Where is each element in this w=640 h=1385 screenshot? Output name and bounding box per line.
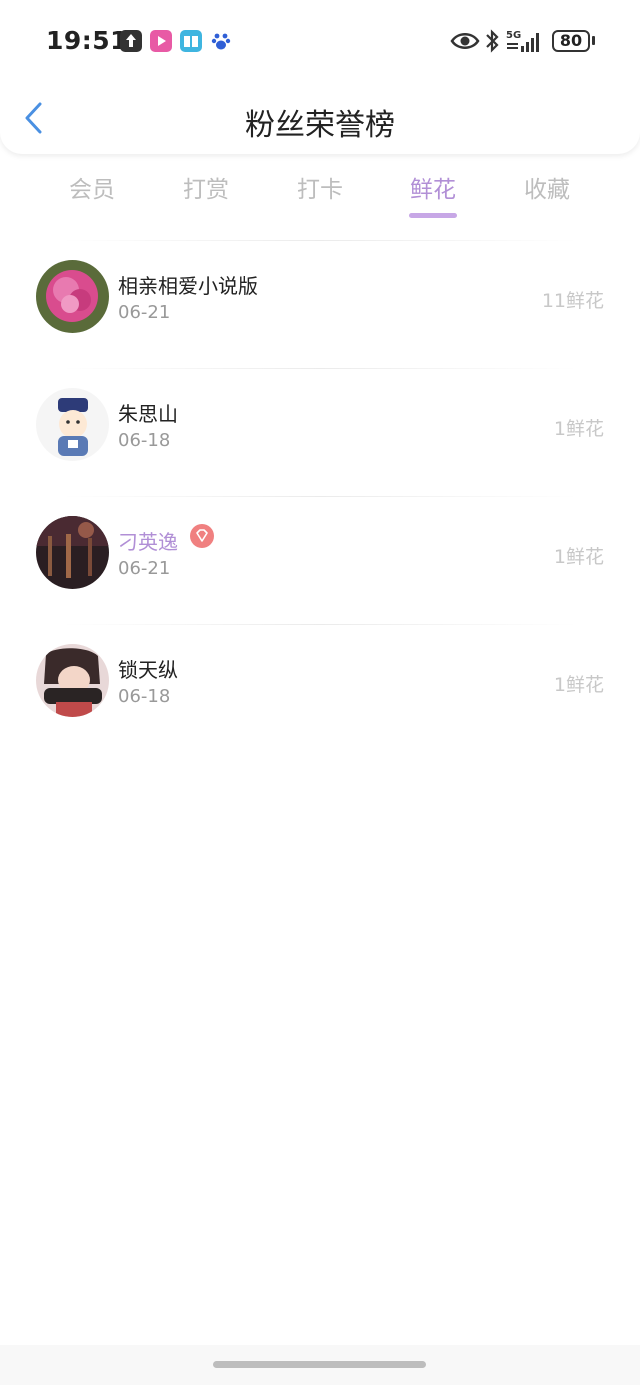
user-name: 相亲相爱小说版 bbox=[118, 274, 258, 298]
upload-app-icon bbox=[120, 30, 142, 52]
avatar[interactable] bbox=[36, 388, 109, 461]
user-date: 06-21 bbox=[118, 558, 171, 579]
eye-icon bbox=[450, 33, 480, 49]
battery-tip bbox=[592, 36, 595, 45]
flower-count: 1鲜花 bbox=[553, 546, 604, 568]
list-item[interactable]: 锁天纵 06-18 1鲜花 bbox=[0, 624, 640, 751]
list-item[interactable]: 刁英逸 06-21 1鲜花 bbox=[0, 496, 640, 623]
video-app-icon bbox=[150, 30, 172, 52]
user-name: 刁英逸 bbox=[118, 530, 178, 554]
tab-tips[interactable]: 打赏 bbox=[156, 170, 256, 204]
battery-indicator: 80 bbox=[552, 30, 590, 52]
vip-badge bbox=[190, 524, 214, 548]
user-name: 锁天纵 bbox=[118, 658, 178, 682]
tab-flowers[interactable]: 鲜花 bbox=[383, 170, 483, 204]
tab-favorites[interactable]: 收藏 bbox=[497, 170, 597, 204]
status-time: 19:51 bbox=[46, 26, 129, 55]
tab-checkin[interactable]: 打卡 bbox=[270, 170, 370, 204]
home-indicator[interactable] bbox=[213, 1361, 426, 1368]
list-item[interactable]: 相亲相爱小说版 06-21 11鲜花 bbox=[0, 240, 640, 367]
avatar[interactable] bbox=[36, 644, 109, 717]
avatar[interactable] bbox=[36, 516, 109, 589]
app-header: 19:51 5G 80 粉丝荣誉榜 bbox=[0, 0, 640, 154]
tab-bar: 会员 打赏 打卡 鲜花 收藏 bbox=[0, 170, 640, 226]
flower-count: 1鲜花 bbox=[553, 418, 604, 440]
user-date: 06-21 bbox=[118, 302, 171, 323]
signal-icon: 5G bbox=[506, 30, 539, 52]
user-date: 06-18 bbox=[118, 686, 171, 707]
book-app-icon bbox=[180, 30, 202, 52]
avatar[interactable] bbox=[36, 260, 109, 333]
baidu-app-icon bbox=[210, 30, 232, 52]
list-item[interactable]: 朱思山 06-18 1鲜花 bbox=[0, 368, 640, 495]
bluetooth-icon bbox=[486, 29, 499, 53]
tab-membership[interactable]: 会员 bbox=[42, 170, 142, 204]
active-tab-indicator bbox=[409, 213, 457, 218]
user-date: 06-18 bbox=[118, 430, 171, 451]
flower-count: 11鲜花 bbox=[541, 290, 604, 312]
user-name: 朱思山 bbox=[118, 402, 178, 426]
diamond-icon bbox=[196, 529, 208, 542]
flower-count: 1鲜花 bbox=[553, 674, 604, 696]
svg-text:5G: 5G bbox=[506, 30, 521, 41]
page-title: 粉丝荣誉榜 bbox=[245, 108, 395, 143]
status-bar: 19:51 5G 80 bbox=[0, 0, 640, 80]
